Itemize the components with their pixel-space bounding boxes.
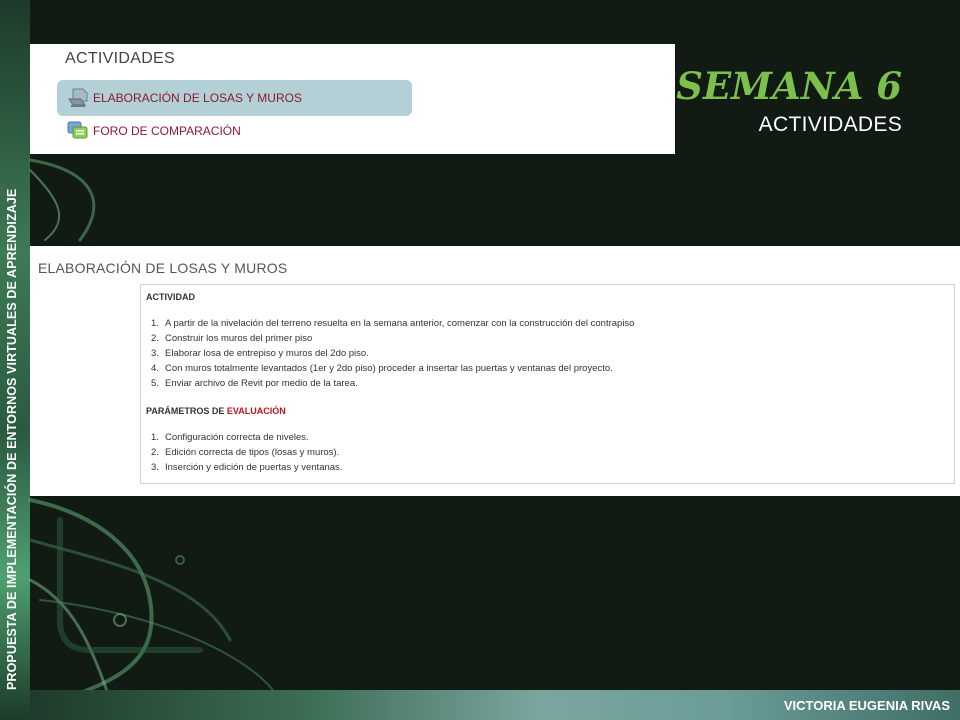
- activities-panel: ACTIVIDADES ELABORACIÓN DE LOSAS Y MUROS…: [30, 44, 675, 154]
- activity-item-label: FORO DE COMPARACIÓN: [93, 124, 241, 138]
- list-item: 3. Elaborar losa de entrepiso y muros del…: [151, 348, 369, 359]
- list-item: 1. Configuración correcta de niveles.: [151, 432, 309, 443]
- evaluation-params-list: 1. Configuración correcta de niveles. 2. E…: [146, 430, 949, 475]
- activity-item-losas-muros[interactable]: ELABORACIÓN DE LOSAS Y MUROS: [57, 80, 412, 116]
- week-title: SEMANA 6: [676, 64, 902, 108]
- activity-section-heading: ACTIVIDAD: [146, 292, 195, 302]
- author-name: VICTORIA EUGENIA RIVAS: [783, 698, 950, 713]
- list-item: 3. Inserción y edición de puertas y venta…: [151, 462, 343, 473]
- activity-item-foro[interactable]: FORO DE COMPARACIÓN: [57, 114, 412, 148]
- activity-steps-list: 1. A partir de la nivelación del terreno …: [146, 316, 949, 391]
- list-item: 5. Enviar archivo de Revit por medio de l…: [151, 378, 358, 389]
- evaluation-params-heading: PARÁMETROS DE EVALUACIÓN: [146, 406, 286, 416]
- footer-bar: VICTORIA EUGENIA RIVAS: [30, 690, 960, 720]
- week-subtitle: ACTIVIDADES: [758, 113, 902, 136]
- side-vertical-label: PROPUESTA DE IMPLEMENTACIÓN DE ENTORNOS …: [5, 188, 19, 690]
- list-item: 4. Con muros totalmente levantados (1er y…: [151, 363, 613, 374]
- assignment-icon: [67, 87, 89, 109]
- list-item: 1. A partir de la nivelación del terreno …: [151, 318, 635, 329]
- forum-icon: [67, 120, 89, 142]
- activity-detail-panel: ELABORACIÓN DE LOSAS Y MUROS ACTIVIDAD 1…: [30, 246, 960, 496]
- activity-item-label: ELABORACIÓN DE LOSAS Y MUROS: [93, 91, 302, 105]
- list-item: 2. Construir los muros del primer piso: [151, 333, 313, 344]
- activity-detail-heading: ELABORACIÓN DE LOSAS Y MUROS: [38, 260, 288, 276]
- activities-panel-heading: ACTIVIDADES: [65, 50, 175, 67]
- list-item: 2. Edición correcta de tipos (losas y mur…: [151, 447, 340, 458]
- activity-description-box: ACTIVIDAD 1. A partir de la nivelación de…: [140, 284, 955, 484]
